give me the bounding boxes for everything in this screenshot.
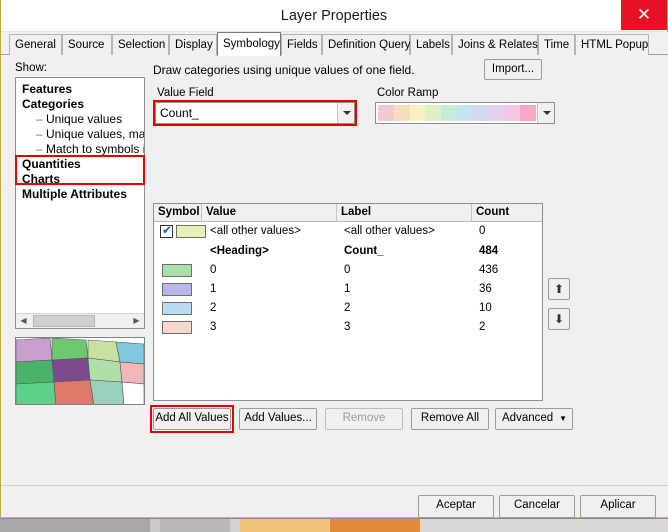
cell-value: 1	[210, 283, 217, 295]
arrow-down-icon[interactable]: ⬇	[548, 308, 570, 330]
cell-value: 2	[210, 302, 217, 314]
table-row[interactable]: 2 2 10	[154, 299, 542, 318]
remove-button[interactable]: Remove	[325, 408, 403, 430]
symbol-swatch[interactable]	[176, 225, 206, 238]
cell-value: <all other values>	[210, 225, 301, 237]
table-row[interactable]: <Heading> Count_ 484	[154, 242, 542, 261]
chevron-down-icon[interactable]	[337, 103, 354, 123]
tab-symbology[interactable]: Symbology	[217, 32, 281, 56]
add-values-button[interactable]: Add Values...	[239, 408, 317, 430]
add-all-values-button[interactable]: Add All Values	[153, 408, 231, 430]
tab-joins-relates[interactable]: Joins & Relates	[452, 34, 538, 55]
symbol-preview	[15, 337, 145, 405]
cell-label: 3	[344, 321, 351, 333]
tab-fields[interactable]: Fields	[281, 34, 322, 55]
sidebar-item-unique-values[interactable]: Unique values	[16, 112, 144, 127]
tab-selection[interactable]: Selection	[112, 34, 169, 55]
sidebar-item-match-to-symbols[interactable]: Match to symbols in a	[16, 142, 144, 157]
sidebar-item-unique-values-many[interactable]: Unique values, many	[16, 127, 144, 142]
symbol-swatch[interactable]	[162, 321, 192, 334]
sidebar-item-features[interactable]: Features	[16, 82, 144, 97]
sidebar-item-charts[interactable]: Charts	[16, 172, 144, 187]
cell-label: 2	[344, 302, 351, 314]
title-bar: Layer Properties ✕	[1, 0, 667, 32]
tab-definition-query[interactable]: Definition Query	[322, 34, 410, 55]
import-button[interactable]: Import...	[484, 59, 542, 80]
color-ramp-label: Color Ramp	[377, 87, 439, 99]
cell-value: 0	[210, 264, 217, 276]
remove-all-button[interactable]: Remove All	[411, 408, 489, 430]
cell-label: Count_	[344, 245, 384, 257]
row-checkbox[interactable]	[160, 223, 173, 238]
sidebar-item-multiple-attributes[interactable]: Multiple Attributes	[16, 187, 144, 202]
close-icon[interactable]: ✕	[621, 0, 667, 30]
symbol-swatch[interactable]	[162, 283, 192, 296]
table-row[interactable]: 1 1 36	[154, 280, 542, 299]
symbol-value-table[interactable]: Symbol Value Label Count <all other valu…	[153, 203, 543, 401]
tab-html-popup[interactable]: HTML Popup	[575, 34, 649, 55]
cell-label: 1	[344, 283, 351, 295]
color-ramp-combo[interactable]	[375, 102, 555, 124]
column-header-value[interactable]: Value	[202, 204, 337, 221]
chevron-right-icon[interactable]: ▶	[129, 314, 144, 328]
chevron-left-icon[interactable]: ◀	[16, 314, 31, 328]
tab-display[interactable]: Display	[169, 34, 217, 55]
cell-count: 36	[479, 283, 492, 295]
window-title: Layer Properties	[280, 8, 388, 24]
tab-labels[interactable]: Labels	[410, 34, 452, 55]
show-tree-hscrollbar[interactable]: ◀ ▶	[16, 313, 144, 328]
chevron-down-icon[interactable]	[537, 103, 554, 123]
table-header-row: Symbol Value Label Count	[154, 204, 542, 222]
table-row[interactable]: 0 0 436	[154, 261, 542, 280]
divider	[1, 485, 668, 486]
table-row[interactable]: 3 3 2	[154, 318, 542, 337]
layer-properties-window: Layer Properties ✕ General Source Select…	[0, 0, 668, 518]
cell-count: 484	[479, 245, 499, 257]
tab-general[interactable]: General	[9, 34, 62, 55]
tab-source[interactable]: Source	[62, 34, 112, 55]
column-header-symbol[interactable]: Symbol	[154, 204, 202, 221]
advanced-button[interactable]: Advanced ▼	[495, 408, 573, 430]
cell-label: 0	[344, 264, 351, 276]
cell-value: <Heading>	[210, 245, 269, 257]
value-field-combo[interactable]: Count_	[155, 102, 355, 124]
cell-count: 10	[479, 302, 492, 314]
show-label: Show:	[15, 62, 47, 74]
arrow-up-icon[interactable]: ⬆	[548, 278, 570, 300]
chevron-down-icon[interactable]: ▼	[559, 409, 567, 428]
show-tree[interactable]: Features Categories Unique values Unique…	[15, 77, 145, 329]
cell-count: 2	[479, 321, 486, 333]
color-ramp-preview	[378, 105, 536, 121]
cell-count: 0	[479, 225, 486, 237]
column-header-label[interactable]: Label	[337, 204, 472, 221]
sidebar-item-quantities[interactable]: Quantities	[16, 157, 144, 172]
advanced-button-label: Advanced	[502, 412, 554, 424]
symbol-swatch[interactable]	[162, 264, 192, 277]
value-field-value: Count_	[160, 106, 199, 120]
cell-value: 3	[210, 321, 217, 333]
ok-button[interactable]: Aceptar	[418, 495, 494, 518]
value-field-label: Value Field	[157, 87, 214, 99]
tab-strip: General Source Selection Display Symbolo…	[1, 32, 668, 56]
cell-count: 436	[479, 264, 499, 276]
scrollbar-thumb[interactable]	[33, 315, 95, 327]
symbol-swatch[interactable]	[162, 302, 192, 315]
show-tree-list: Features Categories Unique values Unique…	[16, 78, 144, 202]
tab-time[interactable]: Time	[538, 34, 575, 55]
cell-label: <all other values>	[344, 225, 435, 237]
table-row[interactable]: <all other values> <all other values> 0	[154, 222, 542, 242]
preview-map-graphic	[16, 338, 144, 404]
symbology-description: Draw categories using unique values of o…	[153, 63, 415, 77]
cancel-button[interactable]: Cancelar	[499, 495, 575, 518]
apply-button[interactable]: Aplicar	[580, 495, 656, 518]
sidebar-item-categories[interactable]: Categories	[16, 97, 144, 112]
symbology-panel: Show: Features Categories Unique values …	[1, 55, 668, 518]
desktop-taskbar-strip	[0, 518, 668, 532]
column-header-count[interactable]: Count	[472, 204, 542, 221]
